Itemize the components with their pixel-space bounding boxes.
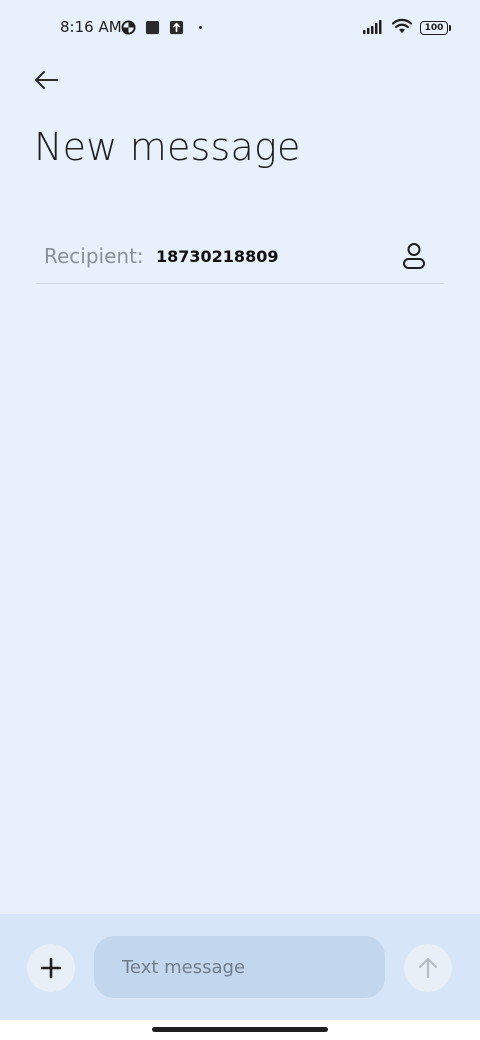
message-input[interactable] (94, 936, 385, 998)
square-notification-icon (144, 19, 160, 35)
arrow-up-icon (418, 957, 438, 979)
gesture-bar (0, 1020, 480, 1040)
upload-notification-icon (168, 19, 184, 35)
status-system-icons: 100 (362, 18, 451, 38)
status-time: 8:16 AM (60, 18, 122, 36)
recipient-value[interactable]: 18730218809 (156, 247, 278, 266)
add-attachment-button[interactable] (27, 944, 75, 992)
recipient-field[interactable]: Recipient: 18730218809 (36, 232, 444, 284)
data-saver-icon (120, 19, 136, 35)
plus-icon (40, 957, 62, 979)
home-indicator[interactable] (152, 1027, 328, 1032)
status-notification-icons (120, 19, 208, 35)
recipient-label: Recipient: (44, 244, 144, 268)
arrow-left-icon (35, 71, 58, 89)
page-title: New message (34, 125, 301, 169)
send-button[interactable] (404, 944, 452, 992)
dot-icon (192, 19, 208, 35)
compose-bar (0, 914, 480, 1020)
back-button[interactable] (28, 64, 64, 96)
contact-picker-button[interactable] (398, 240, 430, 272)
signal-icon (362, 19, 384, 38)
wifi-icon (391, 18, 413, 38)
person-icon (403, 243, 425, 269)
status-bar: 8:16 AM 100 (0, 0, 480, 56)
battery-icon: 100 (420, 21, 451, 35)
